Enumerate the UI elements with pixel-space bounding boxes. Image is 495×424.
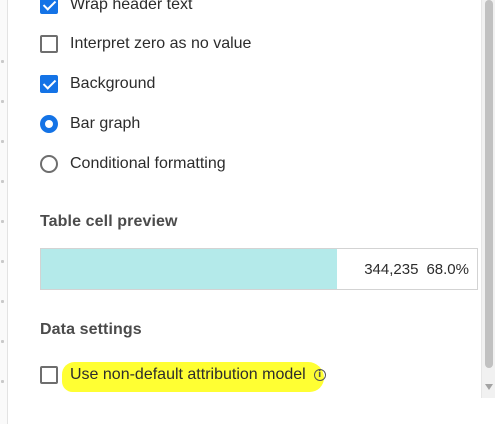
conditional-formatting-radio[interactable] (40, 155, 58, 173)
attribution-model-checkbox[interactable] (40, 366, 58, 384)
background-checkbox[interactable] (40, 75, 58, 93)
table-cell-preview: 344,235 68.0% (40, 248, 478, 290)
attribution-model-option[interactable]: Use non-default attribution model i (40, 366, 326, 384)
data-settings-title: Data settings (40, 321, 142, 338)
panel-scrollbar[interactable] (481, 0, 495, 398)
background-label: Background (70, 75, 156, 92)
wrap-header-text-label: Wrap header text (70, 0, 193, 13)
bar-graph-radio[interactable] (40, 115, 58, 133)
attribution-model-label: Use non-default attribution model (70, 366, 306, 383)
preview-percent: 68.0% (426, 260, 469, 278)
conditional-formatting-label: Conditional formatting (70, 155, 226, 172)
interpret-zero-label: Interpret zero as no value (70, 35, 252, 52)
conditional-formatting-option[interactable]: Conditional formatting (40, 155, 226, 173)
preview-values: 344,235 68.0% (364, 249, 469, 289)
bar-graph-option[interactable]: Bar graph (40, 115, 140, 133)
background-option[interactable]: Background (40, 75, 155, 93)
interpret-zero-checkbox[interactable] (40, 35, 58, 53)
info-icon[interactable]: i (313, 369, 326, 381)
underlying-page-edge (0, 0, 8, 424)
preview-bar-graph (41, 249, 338, 289)
interpret-zero-option[interactable]: Interpret zero as no value (40, 35, 251, 53)
preview-value: 344,235 (364, 260, 419, 278)
wrap-header-text-checkbox[interactable] (40, 0, 58, 14)
scrollbar-thumb[interactable] (485, 0, 493, 368)
wrap-header-text-option[interactable]: Wrap header text (40, 0, 192, 14)
bar-graph-label: Bar graph (70, 115, 141, 132)
scroll-down-arrow-icon[interactable] (485, 384, 493, 390)
table-cell-preview-title: Table cell preview (40, 213, 178, 230)
